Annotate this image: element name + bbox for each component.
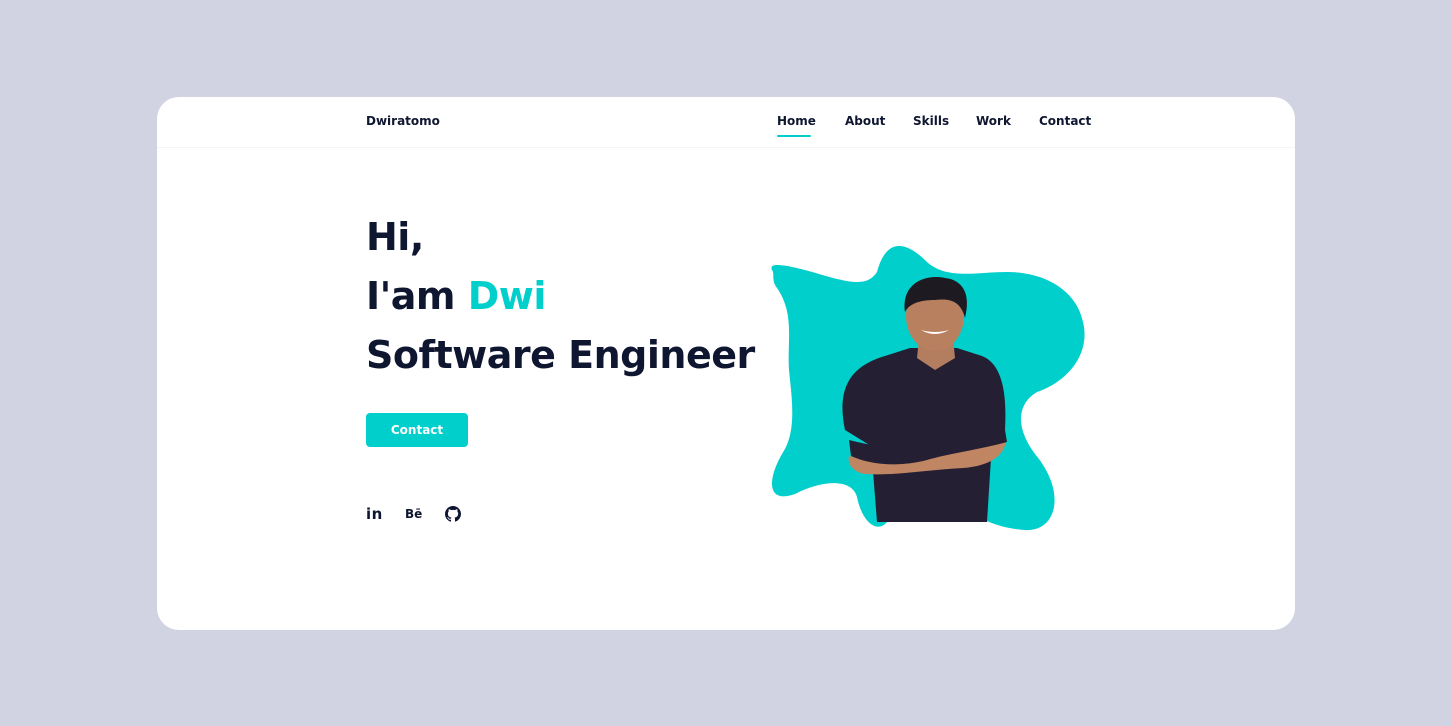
hero-intro: I'am Dwi	[366, 274, 546, 318]
hero-role: Software Engineer	[366, 333, 755, 377]
nav-work[interactable]: Work	[976, 114, 1011, 128]
nav-active-indicator	[777, 135, 811, 137]
linkedin-icon[interactable]: in	[366, 504, 383, 524]
linkedin-label: in	[366, 505, 383, 523]
logo[interactable]: Dwiratomo	[366, 114, 440, 128]
header: Dwiratomo Home About Skills Work Contact	[157, 97, 1295, 148]
nav-about[interactable]: About	[845, 114, 885, 128]
nav-skills[interactable]: Skills	[913, 114, 949, 128]
hero-intro-text: I'am	[366, 274, 468, 318]
page-card: Dwiratomo Home About Skills Work Contact…	[157, 97, 1295, 630]
nav-contact[interactable]: Contact	[1039, 114, 1091, 128]
github-icon[interactable]	[445, 504, 461, 524]
hero-greeting: Hi,	[366, 215, 424, 259]
nav-home[interactable]: Home	[777, 114, 816, 128]
hero-image	[767, 242, 1097, 537]
contact-button[interactable]: Contact	[366, 413, 468, 447]
behance-icon[interactable]: Bē	[405, 504, 422, 524]
behance-label: Bē	[405, 507, 423, 521]
profile-blob-illustration	[771, 245, 1085, 531]
hero-name: Dwi	[467, 274, 547, 318]
github-logo-graphic	[445, 506, 461, 522]
